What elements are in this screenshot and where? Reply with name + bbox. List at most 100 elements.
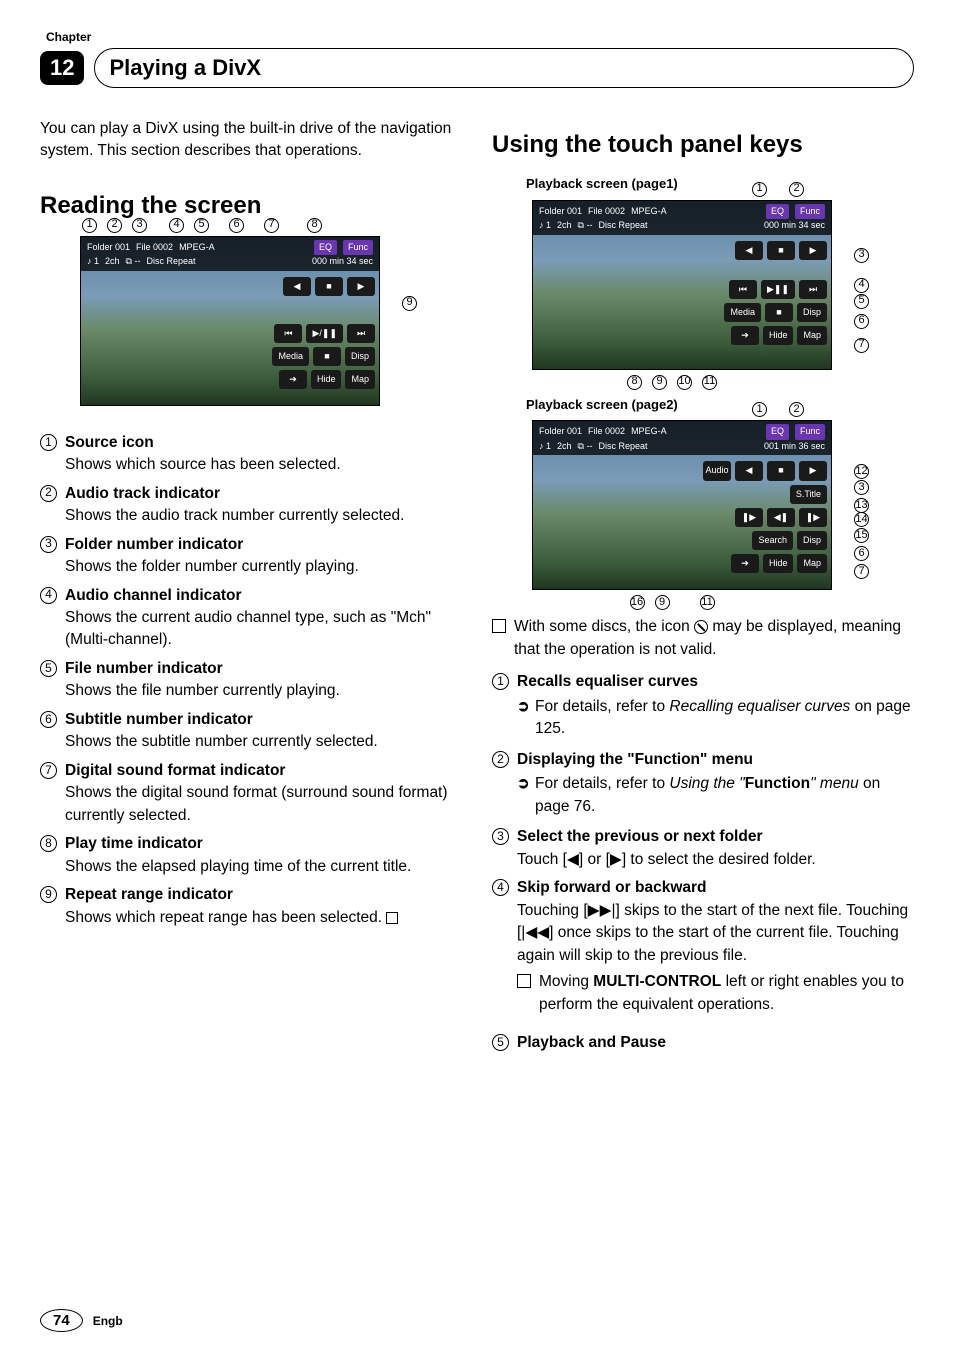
def-desc: Shows the elapsed playing time of the cu…: [65, 858, 411, 875]
def-title: Folder number indicator: [65, 536, 243, 553]
def-title: Select the previous or next folder: [517, 828, 762, 845]
stop2-icon[interactable]: ■: [765, 303, 793, 322]
def-title: Audio track indicator: [65, 485, 220, 502]
file-indicator: File 0002: [136, 241, 173, 254]
slow-fwd-icon[interactable]: ❚▶: [799, 508, 827, 527]
def-desc: Shows the file number currently playing.: [65, 682, 340, 699]
prev-folder-icon[interactable]: ◀: [735, 241, 763, 260]
folder-indicator: Folder 001: [87, 241, 130, 254]
def-desc: Shows the audio track number currently s…: [65, 507, 404, 524]
hide-button[interactable]: Hide: [763, 326, 794, 345]
def-title: Digital sound format indicator: [65, 762, 285, 779]
hide-button[interactable]: Hide: [311, 370, 342, 389]
def-desc: Touching [▶▶|] skips to the start of the…: [517, 902, 908, 964]
search-button[interactable]: Search: [752, 531, 793, 550]
left-column: You can play a DivX using the built-in d…: [40, 118, 462, 1060]
func-button[interactable]: Func: [343, 240, 373, 255]
reference-arrow-icon: ➲: [517, 696, 535, 741]
end-mark-icon: [386, 912, 398, 924]
eq-button[interactable]: EQ: [314, 240, 337, 255]
media-button[interactable]: Media: [272, 347, 309, 366]
arrow-icon[interactable]: ➔: [731, 554, 759, 573]
eq-button[interactable]: EQ: [766, 204, 789, 219]
reference-arrow-icon: ➲: [517, 773, 535, 818]
def-desc: Shows which source has been selected.: [65, 456, 341, 473]
def-title: Displaying the "Function" menu: [517, 751, 753, 768]
def-title: Skip forward or backward: [517, 879, 707, 896]
chapter-title: Playing a DivX: [94, 48, 914, 88]
page-number: 74: [40, 1309, 83, 1332]
stop-icon[interactable]: ■: [767, 461, 795, 480]
touch-key-definitions: 1 Recalls equaliser curves ➲For details,…: [492, 671, 914, 1054]
hide-button[interactable]: Hide: [763, 554, 794, 573]
map-button[interactable]: Map: [797, 326, 827, 345]
track-indicator: ♪ 1: [87, 255, 99, 268]
def-title: Recalls equaliser curves: [517, 673, 698, 690]
skip-fwd-icon[interactable]: ⏭: [347, 324, 375, 343]
def-title: Play time indicator: [65, 835, 203, 852]
right-column: Using the touch panel keys Playback scre…: [492, 118, 914, 1060]
reading-screen-definitions: 1Source iconShows which source has been …: [40, 432, 462, 929]
time-indicator: 000 min 34 sec: [312, 255, 373, 268]
invalid-op-note: With some discs, the icon may be display…: [492, 616, 914, 661]
def-desc: Shows the folder number currently playin…: [65, 558, 359, 575]
def-desc: Shows the digital sound format (surround…: [65, 784, 448, 823]
fig2-caption: Playback screen (page2): [526, 396, 914, 415]
prev-folder-icon[interactable]: ◀: [283, 277, 311, 296]
slow-rev-icon[interactable]: ◀❚: [767, 508, 795, 527]
note-icon: [492, 619, 506, 633]
def-title: Subtitle number indicator: [65, 711, 253, 728]
touch-panel-heading: Using the touch panel keys: [492, 128, 914, 163]
disp-button[interactable]: Disp: [345, 347, 375, 366]
prev-folder-icon[interactable]: ◀: [735, 461, 763, 480]
map-button[interactable]: Map: [345, 370, 375, 389]
reading-screen-figure: 123 45 6 7 8 Folder 001 File 0002 MPEG-A…: [60, 236, 380, 406]
func-button[interactable]: Func: [795, 204, 825, 219]
disp-button[interactable]: Disp: [797, 303, 827, 322]
arrow-icon[interactable]: ➔: [279, 370, 307, 389]
language-code: Engb: [93, 1314, 123, 1328]
next-folder-icon[interactable]: ▶: [799, 461, 827, 480]
note-icon: [517, 974, 531, 988]
play-pause-icon[interactable]: ▶/❚❚: [306, 324, 343, 343]
def-title: Audio channel indicator: [65, 587, 242, 604]
next-folder-icon[interactable]: ▶: [347, 277, 375, 296]
skip-back-icon[interactable]: ⏮: [274, 324, 302, 343]
chapter-bar: 12 Playing a DivX: [40, 48, 914, 88]
media-button[interactable]: Media: [724, 303, 761, 322]
def-title: Repeat range indicator: [65, 886, 233, 903]
def-desc: Touch [◀] or [▶] to select the desired f…: [517, 851, 816, 868]
arrow-icon[interactable]: ➔: [731, 326, 759, 345]
fig1-caption: Playback screen (page1): [526, 175, 914, 194]
def-title: Source icon: [65, 434, 154, 451]
next-folder-icon[interactable]: ▶: [799, 241, 827, 260]
stitle-button[interactable]: S.Title: [790, 485, 827, 504]
disp-button[interactable]: Disp: [797, 531, 827, 550]
stop2-icon[interactable]: ■: [313, 347, 341, 366]
play-pause-icon[interactable]: ▶❚❚: [761, 280, 795, 299]
func-button[interactable]: Func: [795, 424, 825, 439]
def-title: File number indicator: [65, 660, 223, 677]
codec-indicator: MPEG-A: [179, 241, 215, 254]
def-desc: Shows which repeat range has been select…: [65, 909, 398, 926]
audio-button[interactable]: Audio: [703, 461, 731, 480]
stop-icon[interactable]: ■: [767, 241, 795, 260]
eq-button[interactable]: EQ: [766, 424, 789, 439]
chapter-number: 12: [40, 51, 84, 85]
page-footer: 74 Engb: [40, 1309, 123, 1332]
channel-indicator: 2ch: [105, 255, 120, 268]
skip-fwd-icon[interactable]: ⏭: [799, 280, 827, 299]
map-button[interactable]: Map: [797, 554, 827, 573]
frame-step-icon[interactable]: ❚▶: [735, 508, 763, 527]
def-desc: Shows the subtitle number currently sele…: [65, 733, 378, 750]
playback-page2-figure: 12 Folder 001 File 0002 MPEG-A EQ Func ♪…: [512, 420, 832, 590]
intro-text: You can play a DivX using the built-in d…: [40, 118, 462, 163]
stop-icon[interactable]: ■: [315, 277, 343, 296]
playback-page1-figure: 12 Folder 001 File 0002 MPEG-A EQ Func ♪…: [512, 200, 832, 370]
def-title: Playback and Pause: [517, 1034, 666, 1051]
skip-back-icon[interactable]: ⏮: [729, 280, 757, 299]
def-desc: Shows the current audio channel type, su…: [65, 609, 431, 648]
repeat-indicator: Disc Repeat: [146, 255, 195, 268]
prohibited-icon: [694, 620, 708, 634]
chapter-label: Chapter: [46, 30, 914, 44]
